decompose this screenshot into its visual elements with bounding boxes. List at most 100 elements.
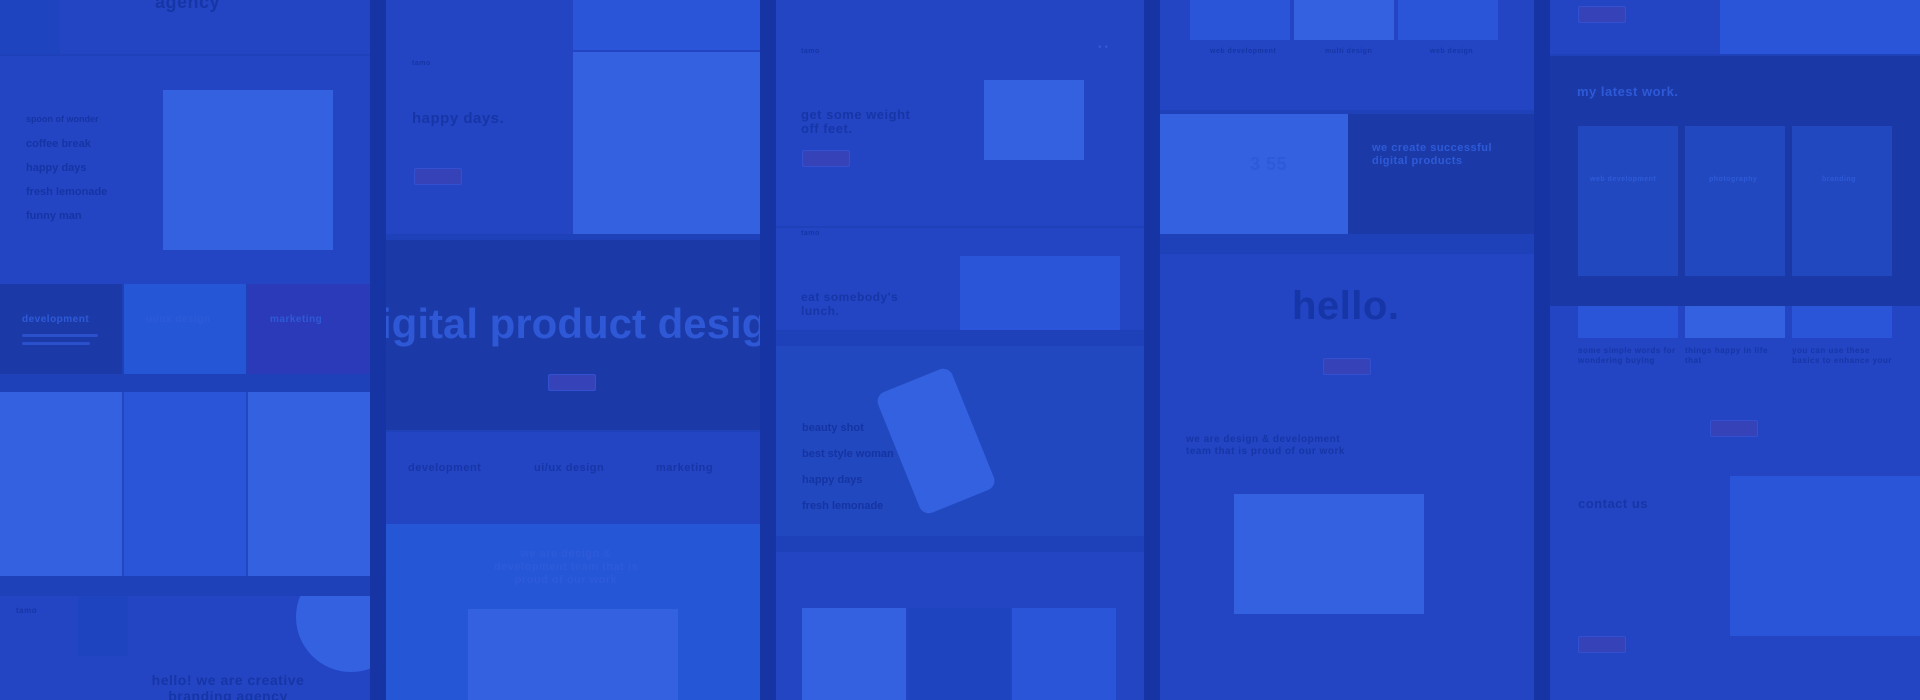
- hello-heading: hello! we are creative branding agency: [151, 672, 305, 700]
- cta-button[interactable]: [548, 374, 596, 391]
- blog-title[interactable]: things happy in life that: [1685, 346, 1785, 366]
- cta-button[interactable]: [414, 168, 462, 185]
- header-image: [0, 0, 60, 54]
- phone-menu-3[interactable]: happy days: [802, 474, 863, 486]
- profile-photo: [1720, 0, 1920, 54]
- hello-heading: hello.: [1292, 284, 1400, 328]
- woman-photo: [163, 90, 333, 250]
- team-photo-3: [248, 392, 370, 576]
- cta-button[interactable]: [802, 150, 850, 167]
- digital-design-panel: igital product desig: [386, 240, 760, 430]
- work-card-2[interactable]: photography: [1685, 126, 1785, 276]
- services-captions-panel: web development multi design web design: [1160, 0, 1534, 110]
- service-title: development: [408, 462, 482, 474]
- service-development: development: [0, 284, 122, 374]
- product-photo-2: [907, 608, 1011, 700]
- create-heading: we create successful digital products: [1372, 142, 1493, 167]
- top-photo: [573, 0, 760, 50]
- phone-menu-1[interactable]: beauty shot: [802, 422, 864, 434]
- services-panel: development ui/ux design marketing we ar…: [386, 432, 760, 700]
- happy-days-heading: happy days.: [412, 110, 505, 127]
- phone-panel: beauty shot best style woman happy days …: [776, 346, 1144, 536]
- hello-panel: tamo hello! we are creative branding age…: [0, 596, 370, 700]
- profile-header-panel: [1550, 0, 1920, 54]
- service-title: ui/ux design: [534, 462, 605, 474]
- logo: tamo: [412, 60, 431, 67]
- menu-item-4[interactable]: fresh lemonade: [26, 186, 107, 198]
- team-image: [1234, 494, 1424, 614]
- work-title: photography: [1709, 176, 1758, 183]
- blog-photo-1: [1578, 306, 1678, 338]
- pineapple-photo: [960, 256, 1120, 330]
- phone-menu-4[interactable]: fresh lemonade: [802, 500, 883, 512]
- menu-item-3[interactable]: happy days: [26, 162, 87, 174]
- team-band: we are design & development team that is…: [386, 524, 760, 700]
- caption: web development: [1210, 48, 1277, 55]
- clock-display: 3 55: [1250, 154, 1288, 174]
- separator: [370, 0, 386, 700]
- preview-column-4: web development multi design web design …: [1160, 0, 1534, 700]
- team-tagline: we are design & development team that is…: [1186, 434, 1345, 457]
- team-tagline: we are design & development team that is…: [493, 548, 639, 586]
- team-photo-1: [0, 392, 122, 576]
- balloon-photo: [573, 52, 760, 234]
- logo: tamo: [16, 606, 38, 615]
- hello-panel: hello. we are design & development team …: [1160, 254, 1534, 700]
- blue-circle: [296, 596, 370, 672]
- service-label: marketing: [270, 314, 323, 325]
- preview-column-2: tamo happy days. igital product desig de…: [386, 0, 760, 700]
- digital-heading: igital product desig: [386, 300, 760, 347]
- caption-photo-2: [1294, 0, 1394, 40]
- service-label: development: [22, 314, 90, 325]
- menu-item-1[interactable]: spoon of wonder: [26, 114, 99, 124]
- contact-heading: contact us: [1578, 496, 1649, 511]
- sneaker-photo: [984, 80, 1084, 160]
- blog-photo-3: [1792, 306, 1892, 338]
- blog-photo-2: [1685, 306, 1785, 338]
- cta-button[interactable]: [1323, 358, 1371, 375]
- preview-column-3: tamo •• get some weight off feet. tamo e…: [776, 0, 1144, 700]
- send-button[interactable]: [1578, 636, 1626, 653]
- team-image: [468, 609, 678, 700]
- menu-panel: spoon of wonder coffee break happy days …: [0, 56, 370, 284]
- work-card-3[interactable]: branding: [1792, 126, 1892, 276]
- text-line: [22, 334, 98, 337]
- happy-days-panel: tamo happy days.: [386, 0, 760, 234]
- separator: [1534, 0, 1550, 700]
- blog-title[interactable]: some simple words for wondering buying: [1578, 346, 1678, 366]
- product-grid-panel: [776, 552, 1144, 700]
- service-title: marketing: [656, 462, 714, 474]
- work-title: branding: [1822, 176, 1856, 183]
- product-photo-1: [802, 608, 906, 700]
- separator: [760, 0, 776, 700]
- team-photos-panel: [0, 392, 370, 576]
- caption-photo-3: [1398, 0, 1498, 40]
- menu-icon[interactable]: ••: [1098, 42, 1111, 53]
- logo: tamo: [801, 230, 820, 237]
- preview-column-5: my latest work. web development photogra…: [1550, 0, 1920, 700]
- product-photo-3: [1012, 608, 1116, 700]
- caption: web design: [1430, 48, 1474, 55]
- cta-button[interactable]: [1578, 6, 1626, 23]
- hero-image: [78, 596, 128, 656]
- preview-column-1: agency spoon of wonder coffee break happ…: [0, 0, 370, 700]
- weight-heading: get some weight off feet.: [801, 107, 911, 136]
- latest-work-heading: my latest work.: [1577, 84, 1679, 99]
- lunch-panel: tamo eat somebody's lunch.: [776, 228, 1144, 330]
- caption-photo-1: [1190, 0, 1290, 40]
- lunch-heading: eat somebody's lunch.: [801, 290, 899, 318]
- create-panel: 3 55 we create successful digital produc…: [1160, 114, 1534, 234]
- phone-image: [874, 365, 998, 517]
- phone-menu-2[interactable]: best style woman: [802, 448, 894, 460]
- agency-title: agency: [155, 0, 221, 12]
- menu-item-2[interactable]: coffee break: [26, 138, 91, 150]
- menu-item-5[interactable]: funny man: [26, 210, 82, 222]
- logo: tamo: [801, 48, 820, 55]
- map[interactable]: [1730, 476, 1920, 636]
- separator: [1144, 0, 1160, 700]
- cta-button[interactable]: [1710, 420, 1758, 437]
- blog-panel: some simple words for wondering buying t…: [1550, 306, 1920, 700]
- blog-title[interactable]: you can use these basics to enhance your: [1792, 346, 1892, 366]
- work-card-1[interactable]: web development: [1578, 126, 1678, 276]
- service-marketing: marketing: [248, 284, 370, 374]
